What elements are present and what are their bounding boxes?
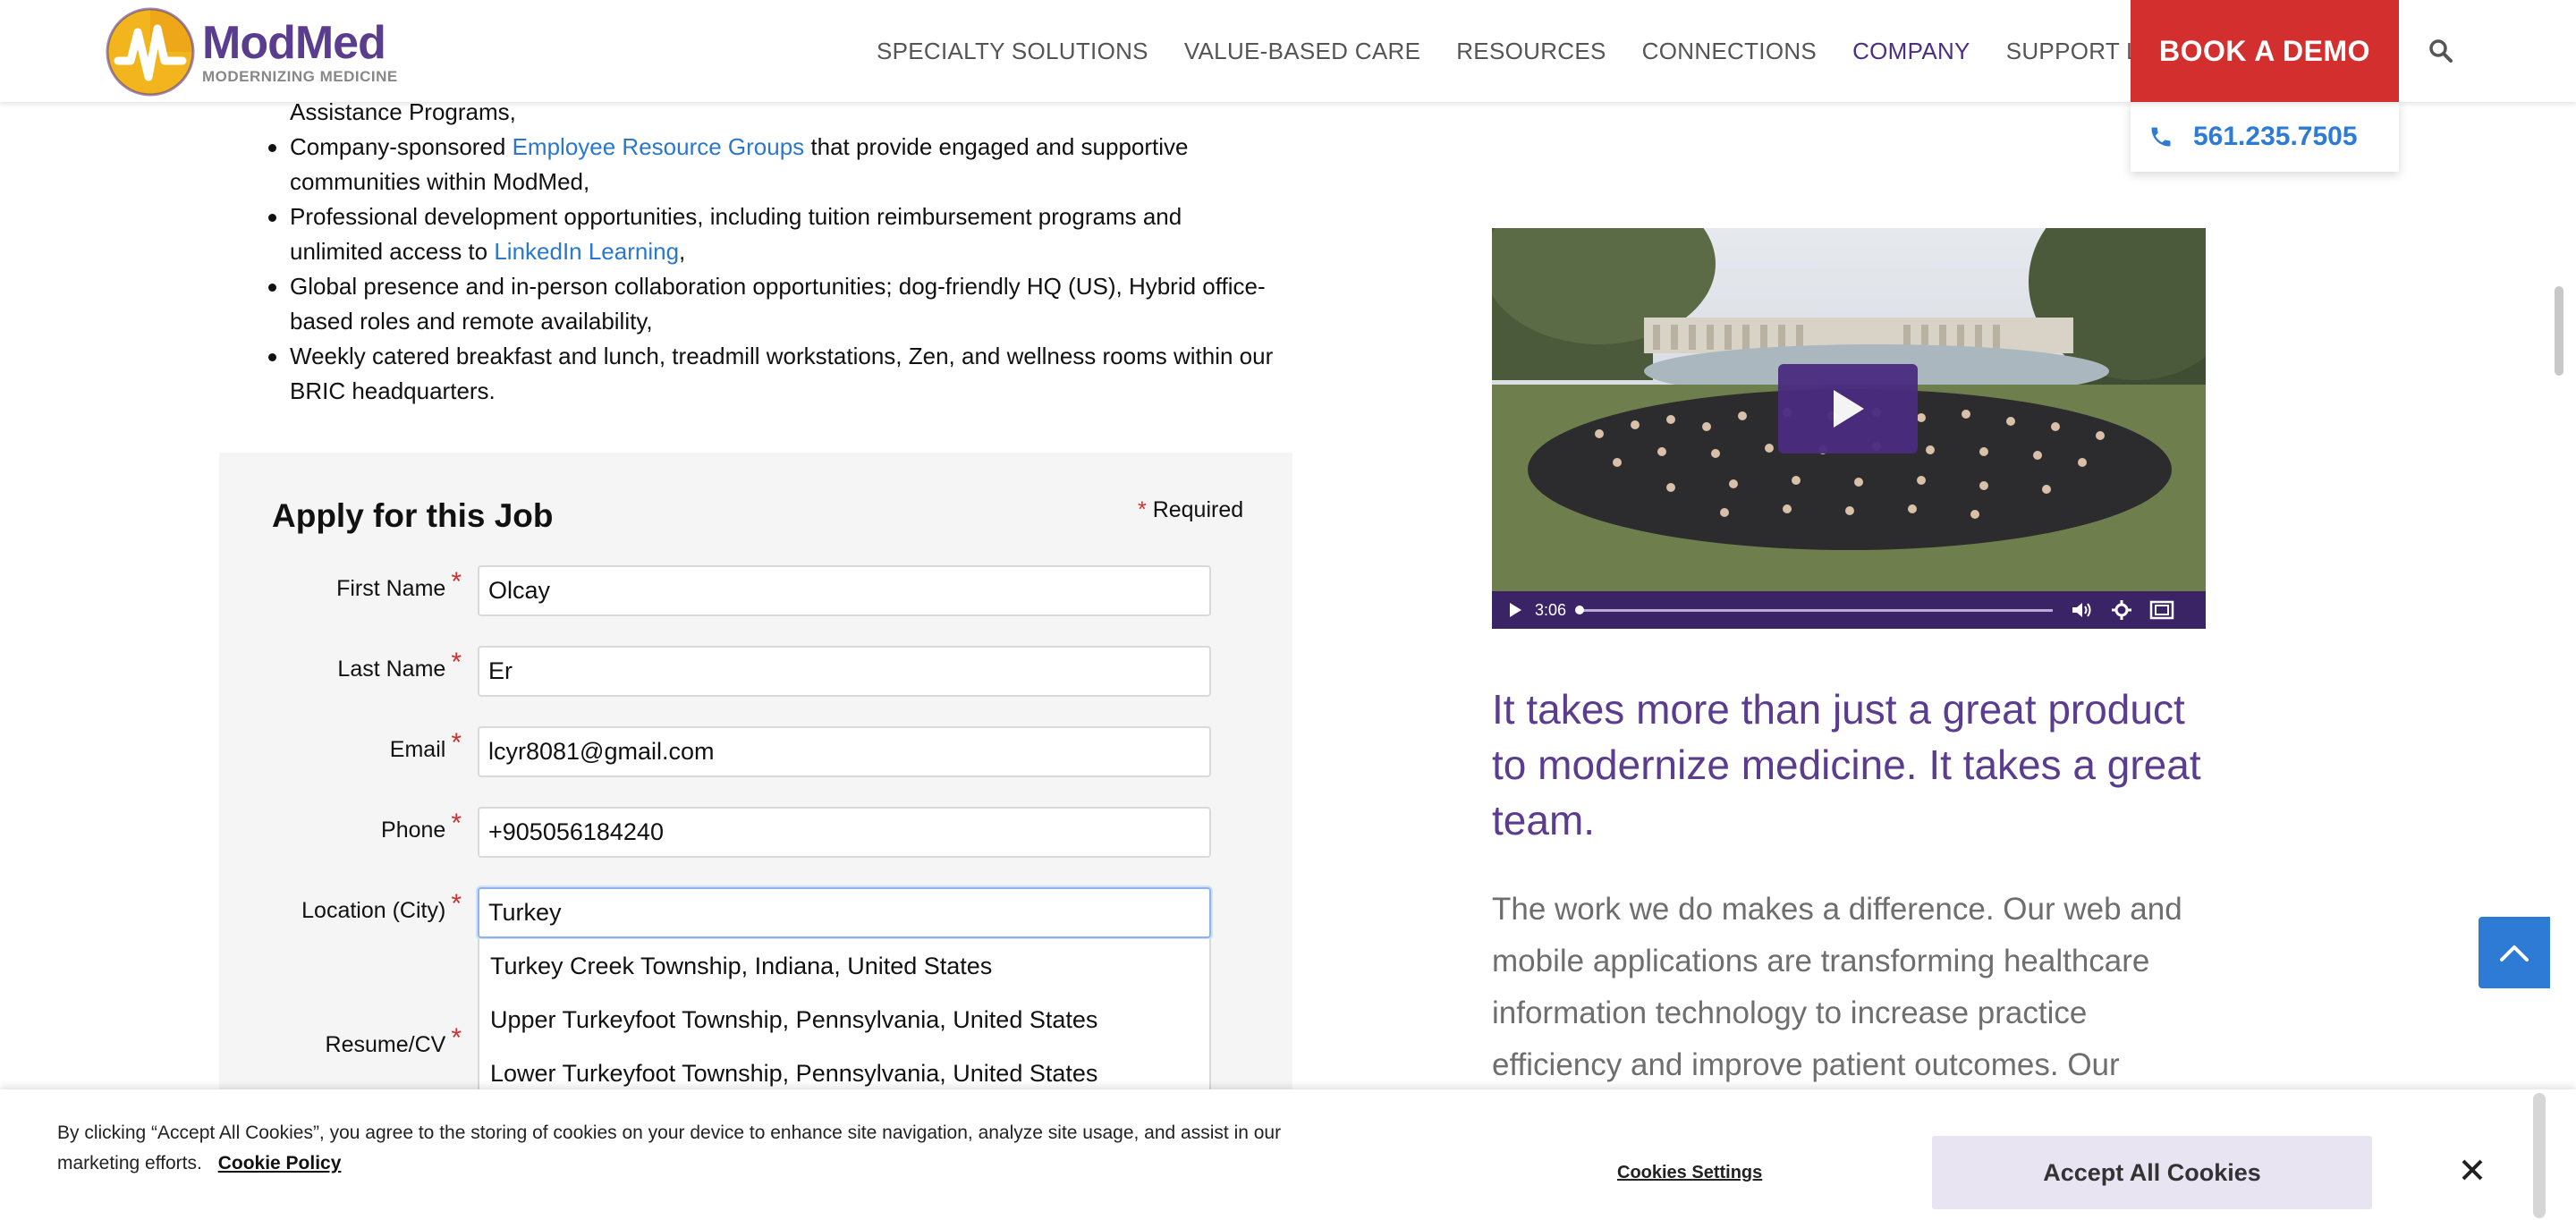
main-nav: SPECIALTY SOLUTIONS VALUE-BASED CARE RES…	[859, 0, 2217, 102]
phone-field[interactable]	[478, 807, 1211, 858]
logo-tagline: MODERNIZING MEDICINE	[202, 68, 398, 85]
chevron-up-icon	[2500, 945, 2529, 962]
required-label: Required	[1152, 497, 1244, 522]
close-icon[interactable]	[2456, 1154, 2488, 1186]
email-field[interactable]	[478, 726, 1211, 777]
resume-label: Resume/CV *	[325, 1023, 462, 1057]
benefit-item: Company-sponsored Employee Resource Grou…	[290, 130, 1301, 199]
benefit-text: Company-sponsored	[290, 133, 513, 160]
benefit-item: Professional development opportunities, …	[290, 199, 1301, 269]
phone-icon	[2151, 127, 2171, 147]
volume-icon[interactable]	[2071, 601, 2094, 619]
first-name-field[interactable]	[478, 565, 1211, 616]
cookies-settings-button[interactable]: Cookies Settings	[1617, 1163, 1762, 1183]
benefit-text: BRIC headquarters.	[290, 377, 496, 404]
video-progress-knob[interactable]	[1575, 605, 1585, 614]
benefit-text: Weekly catered breakfast and lunch, trea…	[290, 343, 1274, 369]
benefit-text: communities within ModMed,	[290, 168, 590, 195]
location-label: Location (City) *	[301, 889, 462, 923]
page-scrollbar[interactable]	[2555, 286, 2563, 376]
modmed-logo[interactable]: ModMed MODERNIZING MEDICINE	[106, 7, 410, 97]
required-star: *	[1138, 497, 1147, 522]
nav-connections[interactable]: CONNECTIONS	[1642, 38, 1817, 65]
apply-form-title: Apply for this Job	[272, 497, 554, 534]
nav-resources[interactable]: RESOURCES	[1456, 38, 1606, 65]
play-icon	[1834, 390, 1864, 428]
site-header: ModMed MODERNIZING MEDICINE SPECIALTY SO…	[0, 0, 2576, 102]
bullet	[268, 214, 276, 222]
bullet	[268, 284, 276, 292]
cookie-scrollbar[interactable]	[2533, 1093, 2546, 1218]
location-suggestions: Turkey Creek Township, Indiana, United S…	[478, 939, 1211, 1100]
bullet	[268, 144, 276, 152]
team-tagline: It takes more than just a great product …	[1492, 686, 2201, 843]
fullscreen-icon[interactable]	[2149, 600, 2174, 620]
video-play-icon[interactable]	[1508, 602, 1522, 618]
search-icon[interactable]	[2422, 32, 2460, 70]
location-suggestion-item[interactable]: Upper Turkeyfoot Township, Pennsylvania,…	[479, 993, 1209, 1046]
benefit-text: based roles and remote availability,	[290, 308, 653, 335]
benefit-text: unlimited access to	[290, 238, 495, 265]
benefit-item: Global presence and in-person collaborat…	[290, 269, 1301, 339]
video-controls: 3:06	[1492, 591, 2206, 629]
benefit-text: Global presence and in-person collaborat…	[290, 273, 1266, 300]
cookie-banner: By clicking “Accept All Cookies”, you ag…	[0, 1089, 2576, 1220]
location-city-field[interactable]	[478, 887, 1211, 938]
last-name-field[interactable]	[478, 646, 1211, 697]
company-video-player[interactable]: 3:06	[1492, 228, 2206, 629]
settings-gear-icon[interactable]	[2112, 600, 2132, 620]
linkedin-learning-link[interactable]: LinkedIn Learning	[494, 238, 679, 265]
phone-contact[interactable]: 561.235.7505	[2131, 102, 2399, 172]
location-suggestion-item[interactable]: Turkey Creek Township, Indiana, United S…	[479, 939, 1209, 993]
bullet	[268, 353, 276, 361]
accept-all-cookies-button[interactable]: Accept All Cookies	[1932, 1136, 2372, 1209]
benefit-item: Weekly catered breakfast and lunch, trea…	[290, 339, 1301, 409]
last-name-label: Last Name *	[337, 648, 462, 682]
employee-resource-groups-link[interactable]: Employee Resource Groups	[513, 133, 805, 160]
phone-number[interactable]: 561.235.7505	[2193, 122, 2358, 152]
phone-label: Phone *	[381, 809, 462, 843]
video-duration: 3:06	[1535, 600, 1567, 619]
book-demo-button[interactable]: BOOK A DEMO	[2131, 0, 2399, 102]
nav-specialty-solutions[interactable]: SPECIALTY SOLUTIONS	[877, 38, 1148, 65]
email-label: Email *	[389, 728, 462, 762]
first-name-label: First Name *	[336, 567, 462, 601]
nav-value-based-care[interactable]: VALUE-BASED CARE	[1184, 38, 1420, 65]
logo-mark-icon	[106, 7, 195, 97]
nav-company[interactable]: COMPANY	[1852, 38, 1970, 65]
benefit-text: that provide engaged and supportive	[804, 133, 1189, 160]
cookie-policy-link[interactable]: Cookie Policy	[218, 1153, 342, 1173]
video-progress-track[interactable]	[1575, 605, 2054, 614]
benefit-text: ,	[679, 238, 686, 265]
cookie-message: By clicking “Accept All Cookies”, you ag…	[57, 1118, 1363, 1179]
benefit-text: Professional development opportunities, …	[290, 203, 1182, 230]
required-legend: * Required	[1138, 497, 1243, 523]
scroll-to-top-button[interactable]	[2479, 917, 2550, 988]
video-play-button[interactable]	[1778, 364, 1918, 453]
logo-name: ModMed	[202, 17, 386, 69]
